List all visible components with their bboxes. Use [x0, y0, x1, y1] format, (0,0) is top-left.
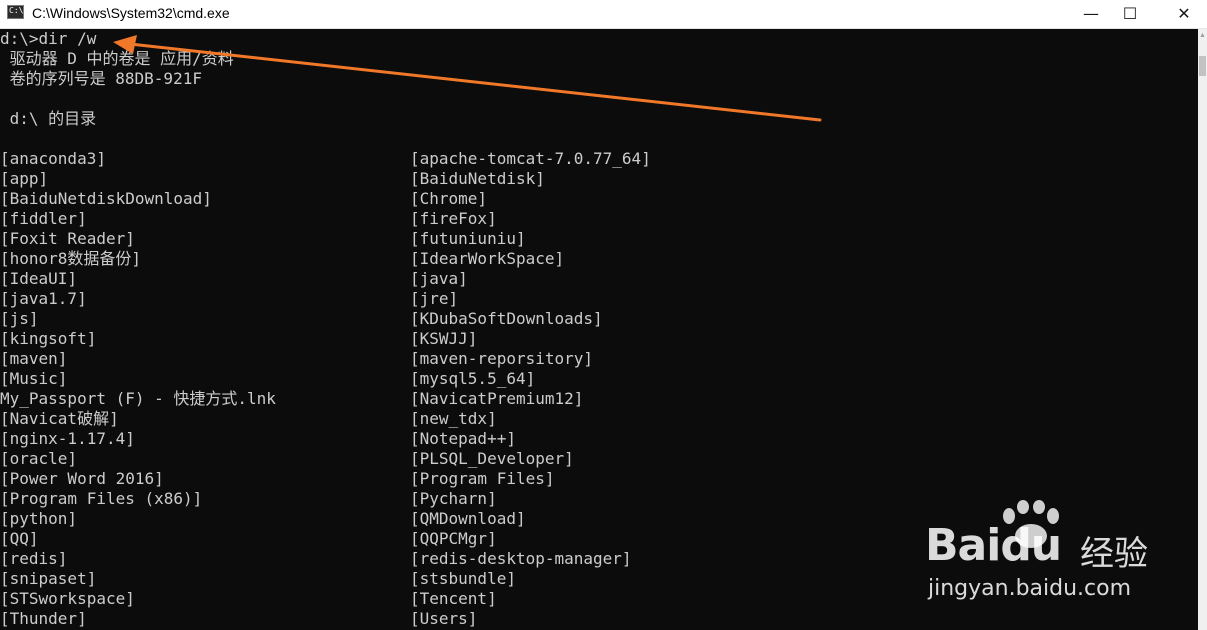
directory-entry: [maven-reporsitory] — [410, 349, 594, 368]
close-icon: ✕ — [1177, 4, 1191, 23]
directory-entry: [IdeaUI] — [0, 269, 78, 288]
directory-entry: [honor8数据备份] — [0, 249, 142, 268]
directory-entry: [PLSQL_Developer] — [410, 449, 574, 468]
directory-entry: [mysql5.5_64] — [410, 369, 536, 388]
directory-entry: [java] — [410, 269, 468, 288]
directory-entry: [Power Word 2016] — [0, 469, 164, 488]
directory-entry: [STSworkspace] — [0, 589, 135, 608]
directory-entry: [java1.7] — [0, 289, 87, 308]
directory-entry: [KDubaSoftDownloads] — [410, 309, 603, 328]
directory-entry: [Chrome] — [410, 189, 488, 208]
directory-entry: [Navicat破解] — [0, 409, 119, 428]
directory-entry: [Notepad++] — [410, 429, 516, 448]
scroll-thumb[interactable] — [1199, 56, 1206, 76]
cmd-icon-label: C:\ — [9, 6, 24, 15]
jingyan-label: 经验 — [1080, 534, 1148, 574]
directory-entry: [KSWJJ] — [410, 329, 478, 348]
directory-entry: [fireFox] — [410, 209, 497, 228]
window-title: C:\Windows\System32\cmd.exe — [32, 5, 230, 21]
directory-entry: [Tencent] — [410, 589, 497, 608]
directory-entry: [Program Files] — [410, 469, 555, 488]
directory-entry: [kingsoft] — [0, 329, 97, 348]
watermark-url: jingyan.baidu.com — [928, 576, 1132, 601]
directory-entry: [QQPCMgr] — [410, 529, 497, 548]
directory-entry: [redis] — [0, 549, 68, 568]
minimize-icon: — — [1083, 4, 1099, 23]
baidu-logo: Baidu — [925, 520, 1062, 571]
directory-entry: [apache-tomcat-7.0.77_64] — [410, 149, 651, 168]
baidu-logo-du: du — [1000, 520, 1062, 571]
baidu-jingyan-watermark: Baidu 经验 jingyan.baidu.com — [925, 500, 1185, 610]
directory-entry: My_Passport (F) - 快捷方式.lnk — [0, 389, 276, 408]
directory-entry: [python] — [0, 509, 78, 528]
directory-entry: [Foxit Reader] — [0, 229, 135, 248]
directory-entry: [js] — [0, 309, 39, 328]
baidu-logo-bai: Bai — [925, 520, 1001, 571]
vertical-scrollbar[interactable]: ▲ — [1198, 29, 1207, 630]
directory-entry: [IdearWorkSpace] — [410, 249, 565, 268]
directory-entry: [redis-desktop-manager] — [410, 549, 632, 568]
directory-entry: [Program Files (x86)] — [0, 489, 203, 508]
directory-entry: [Music] — [0, 369, 68, 388]
maximize-icon: ☐ — [1122, 4, 1138, 23]
serial-number-line: 卷的序列号是 88DB-921F — [0, 69, 202, 88]
directory-entry: [futuniuniu] — [410, 229, 526, 248]
maximize-button[interactable]: ☐ — [1107, 0, 1153, 28]
directory-entry: [snipaset] — [0, 569, 97, 588]
directory-entry: [anaconda3] — [0, 149, 106, 168]
close-button[interactable]: ✕ — [1161, 0, 1207, 28]
command-line: d:\>dir /w — [0, 29, 97, 48]
directory-entry: [BaiduNetdisk] — [410, 169, 545, 188]
directory-entry: [jre] — [410, 289, 459, 308]
directory-entry: [app] — [0, 169, 49, 188]
directory-entry: [fiddler] — [0, 209, 87, 228]
cmd-app-icon[interactable]: C:\ — [7, 5, 24, 19]
directory-entry: [Users] — [410, 609, 478, 628]
directory-entry: [QQ] — [0, 529, 39, 548]
directory-entry: [nginx-1.17.4] — [0, 429, 135, 448]
directory-entry: [Pycharn] — [410, 489, 497, 508]
scroll-up-arrow-icon[interactable]: ▲ — [1198, 31, 1207, 41]
directory-entry: [NavicatPremium12] — [410, 389, 584, 408]
directory-header-line: d:\ 的目录 — [0, 109, 97, 128]
directory-entry: [Thunder] — [0, 609, 87, 628]
directory-entry: [stsbundle] — [410, 569, 516, 588]
volume-label-line: 驱动器 D 中的卷是 应用/资料 — [0, 49, 234, 68]
directory-entry: [new_tdx] — [410, 409, 497, 428]
directory-entry: [oracle] — [0, 449, 78, 468]
directory-entry: [maven] — [0, 349, 68, 368]
directory-entry: [QMDownload] — [410, 509, 526, 528]
directory-entry: [BaiduNetdiskDownload] — [0, 189, 212, 208]
title-bar: C:\ C:\Windows\System32\cmd.exe — ☐ ✕ — [0, 0, 1207, 29]
